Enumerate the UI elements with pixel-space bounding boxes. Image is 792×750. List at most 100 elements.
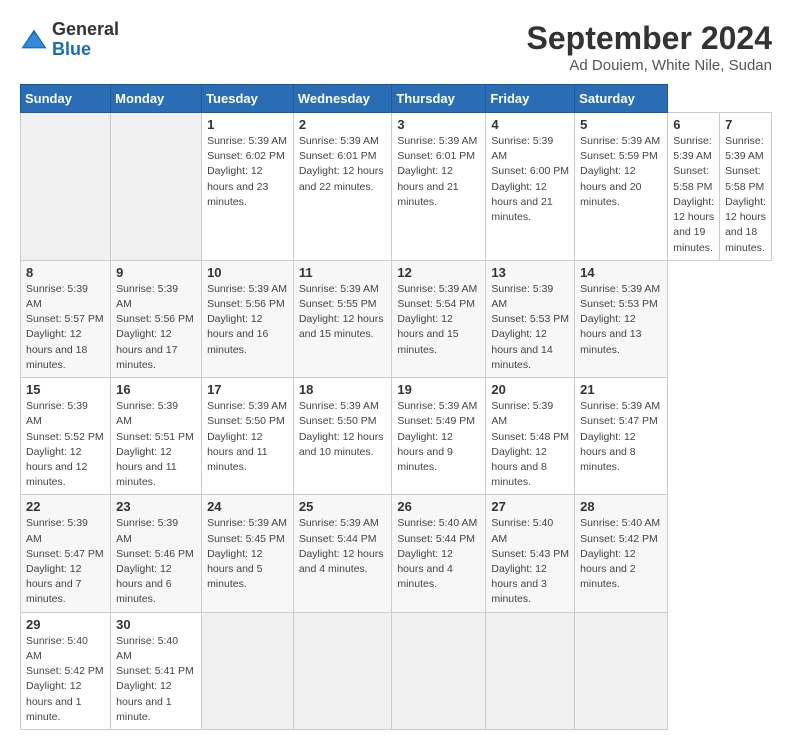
table-row (293, 612, 392, 729)
table-row (392, 612, 486, 729)
day-number: 19 (397, 382, 480, 397)
day-info: Sunrise: 5:39 AMSunset: 5:58 PMDaylight:… (725, 134, 766, 256)
table-row (486, 612, 575, 729)
header-monday: Monday (111, 85, 202, 113)
calendar-table: Sunday Monday Tuesday Wednesday Thursday… (20, 84, 772, 730)
calendar-week-row: 15 Sunrise: 5:39 AMSunset: 5:52 PMDaylig… (21, 378, 772, 495)
day-number: 29 (26, 617, 105, 632)
header-tuesday: Tuesday (202, 85, 294, 113)
day-info: Sunrise: 5:40 AMSunset: 5:42 PMDaylight:… (26, 634, 105, 725)
day-number: 30 (116, 617, 196, 632)
day-number: 21 (580, 382, 662, 397)
day-info: Sunrise: 5:39 AMSunset: 5:44 PMDaylight:… (299, 516, 387, 577)
day-info: Sunrise: 5:39 AMSunset: 5:53 PMDaylight:… (580, 282, 662, 358)
logo-icon (20, 26, 48, 54)
table-row: 15 Sunrise: 5:39 AMSunset: 5:52 PMDaylig… (21, 378, 111, 495)
day-info: Sunrise: 5:39 AMSunset: 6:02 PMDaylight:… (207, 134, 288, 210)
table-row: 9 Sunrise: 5:39 AMSunset: 5:56 PMDayligh… (111, 260, 202, 377)
logo-blue-text: Blue (52, 40, 119, 60)
table-row: 2 Sunrise: 5:39 AMSunset: 6:01 PMDayligh… (293, 113, 392, 261)
calendar-week-row: 22 Sunrise: 5:39 AMSunset: 5:47 PMDaylig… (21, 495, 772, 612)
table-row: 22 Sunrise: 5:39 AMSunset: 5:47 PMDaylig… (21, 495, 111, 612)
day-info: Sunrise: 5:39 AMSunset: 5:45 PMDaylight:… (207, 516, 288, 592)
day-info: Sunrise: 5:39 AMSunset: 5:56 PMDaylight:… (116, 282, 196, 373)
day-info: Sunrise: 5:40 AMSunset: 5:41 PMDaylight:… (116, 634, 196, 725)
day-number: 5 (580, 117, 662, 132)
table-row: 19 Sunrise: 5:39 AMSunset: 5:49 PMDaylig… (392, 378, 486, 495)
table-row: 18 Sunrise: 5:39 AMSunset: 5:50 PMDaylig… (293, 378, 392, 495)
day-info: Sunrise: 5:39 AMSunset: 5:47 PMDaylight:… (580, 399, 662, 475)
day-info: Sunrise: 5:40 AMSunset: 5:43 PMDaylight:… (491, 516, 569, 607)
table-row: 6 Sunrise: 5:39 AMSunset: 5:58 PMDayligh… (668, 113, 720, 261)
day-number: 10 (207, 265, 288, 280)
table-row: 30 Sunrise: 5:40 AMSunset: 5:41 PMDaylig… (111, 612, 202, 729)
day-number: 16 (116, 382, 196, 397)
table-row: 4 Sunrise: 5:39 AMSunset: 6:00 PMDayligh… (486, 113, 575, 261)
day-number: 8 (26, 265, 105, 280)
day-number: 4 (491, 117, 569, 132)
weekday-header-row: Sunday Monday Tuesday Wednesday Thursday… (21, 85, 772, 113)
day-number: 13 (491, 265, 569, 280)
day-number: 27 (491, 499, 569, 514)
day-info: Sunrise: 5:39 AMSunset: 5:46 PMDaylight:… (116, 516, 196, 607)
table-row: 13 Sunrise: 5:39 AMSunset: 5:53 PMDaylig… (486, 260, 575, 377)
table-row (21, 113, 111, 261)
day-info: Sunrise: 5:39 AMSunset: 6:01 PMDaylight:… (397, 134, 480, 210)
title-block: September 2024 Ad Douiem, White Nile, Su… (527, 20, 772, 74)
table-row: 8 Sunrise: 5:39 AMSunset: 5:57 PMDayligh… (21, 260, 111, 377)
logo-general-text: General (52, 20, 119, 40)
table-row: 1 Sunrise: 5:39 AMSunset: 6:02 PMDayligh… (202, 113, 294, 261)
day-info: Sunrise: 5:39 AMSunset: 5:59 PMDaylight:… (580, 134, 662, 210)
header-sunday: Sunday (21, 85, 111, 113)
day-info: Sunrise: 5:39 AMSunset: 5:51 PMDaylight:… (116, 399, 196, 490)
day-number: 28 (580, 499, 662, 514)
location: Ad Douiem, White Nile, Sudan (527, 57, 772, 74)
day-info: Sunrise: 5:39 AMSunset: 5:52 PMDaylight:… (26, 399, 105, 490)
day-info: Sunrise: 5:39 AMSunset: 6:00 PMDaylight:… (491, 134, 569, 225)
calendar-body: 1 Sunrise: 5:39 AMSunset: 6:02 PMDayligh… (21, 113, 772, 730)
table-row: 29 Sunrise: 5:40 AMSunset: 5:42 PMDaylig… (21, 612, 111, 729)
logo: General Blue (20, 20, 119, 60)
day-number: 11 (299, 265, 387, 280)
table-row: 25 Sunrise: 5:39 AMSunset: 5:44 PMDaylig… (293, 495, 392, 612)
day-number: 15 (26, 382, 105, 397)
day-number: 12 (397, 265, 480, 280)
table-row: 14 Sunrise: 5:39 AMSunset: 5:53 PMDaylig… (575, 260, 668, 377)
calendar-header: Sunday Monday Tuesday Wednesday Thursday… (21, 85, 772, 113)
day-info: Sunrise: 5:40 AMSunset: 5:44 PMDaylight:… (397, 516, 480, 592)
table-row: 27 Sunrise: 5:40 AMSunset: 5:43 PMDaylig… (486, 495, 575, 612)
table-row (575, 612, 668, 729)
day-info: Sunrise: 5:39 AMSunset: 5:49 PMDaylight:… (397, 399, 480, 475)
day-number: 20 (491, 382, 569, 397)
table-row: 21 Sunrise: 5:39 AMSunset: 5:47 PMDaylig… (575, 378, 668, 495)
day-info: Sunrise: 5:39 AMSunset: 5:48 PMDaylight:… (491, 399, 569, 490)
table-row: 26 Sunrise: 5:40 AMSunset: 5:44 PMDaylig… (392, 495, 486, 612)
day-info: Sunrise: 5:39 AMSunset: 5:50 PMDaylight:… (207, 399, 288, 475)
day-number: 24 (207, 499, 288, 514)
table-row (111, 113, 202, 261)
day-number: 2 (299, 117, 387, 132)
table-row: 3 Sunrise: 5:39 AMSunset: 6:01 PMDayligh… (392, 113, 486, 261)
day-number: 17 (207, 382, 288, 397)
day-number: 25 (299, 499, 387, 514)
day-info: Sunrise: 5:39 AMSunset: 5:47 PMDaylight:… (26, 516, 105, 607)
day-number: 3 (397, 117, 480, 132)
day-info: Sunrise: 5:39 AMSunset: 5:55 PMDaylight:… (299, 282, 387, 343)
month-title: September 2024 (527, 20, 772, 57)
table-row: 11 Sunrise: 5:39 AMSunset: 5:55 PMDaylig… (293, 260, 392, 377)
header-wednesday: Wednesday (293, 85, 392, 113)
day-info: Sunrise: 5:39 AMSunset: 5:56 PMDaylight:… (207, 282, 288, 358)
page-header: General Blue September 2024 Ad Douiem, W… (20, 20, 772, 74)
day-info: Sunrise: 5:40 AMSunset: 5:42 PMDaylight:… (580, 516, 662, 592)
day-number: 9 (116, 265, 196, 280)
header-saturday: Saturday (575, 85, 668, 113)
day-info: Sunrise: 5:39 AMSunset: 6:01 PMDaylight:… (299, 134, 387, 195)
day-info: Sunrise: 5:39 AMSunset: 5:57 PMDaylight:… (26, 282, 105, 373)
logo-text: General Blue (52, 20, 119, 60)
table-row: 10 Sunrise: 5:39 AMSunset: 5:56 PMDaylig… (202, 260, 294, 377)
table-row: 12 Sunrise: 5:39 AMSunset: 5:54 PMDaylig… (392, 260, 486, 377)
calendar-week-row: 8 Sunrise: 5:39 AMSunset: 5:57 PMDayligh… (21, 260, 772, 377)
day-number: 26 (397, 499, 480, 514)
table-row: 17 Sunrise: 5:39 AMSunset: 5:50 PMDaylig… (202, 378, 294, 495)
day-number: 6 (673, 117, 714, 132)
